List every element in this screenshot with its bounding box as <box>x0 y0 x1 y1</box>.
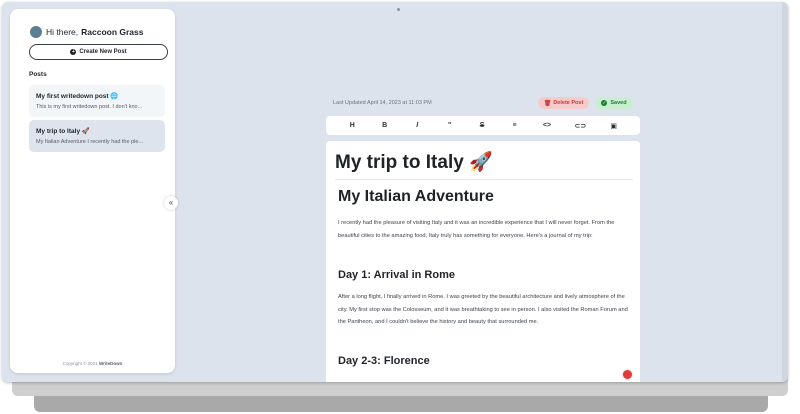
collapse-sidebar-button[interactable]: « <box>164 196 178 210</box>
post-item-first-writedown[interactable]: My first writedown post 🌐 This is my fir… <box>29 85 165 117</box>
plus-icon: + <box>70 49 77 55</box>
help-fab-button[interactable] <box>623 370 632 379</box>
heading-icon[interactable]: H <box>347 122 357 129</box>
delete-post-label: Delete Post <box>553 100 584 106</box>
link-icon[interactable]: ⊂⊃ <box>575 122 587 130</box>
post-item-trip-to-italy[interactable]: My trip to Italy 🚀 My Italian Adventure … <box>29 120 165 152</box>
post-title[interactable]: My trip to Italy 🚀 <box>335 150 493 174</box>
footer: Copyright © 2021 WriteDown <box>10 361 175 366</box>
footer-copyright: Copyright © 2021 <box>62 361 98 366</box>
image-icon[interactable]: ▣ <box>609 122 619 130</box>
code-icon[interactable]: <> <box>542 122 552 129</box>
content-heading-1[interactable]: My Italian Adventure <box>338 188 494 206</box>
post-item-title: My first writedown post 🌐 <box>36 93 119 100</box>
quote-icon[interactable]: " <box>445 122 455 129</box>
italic-icon[interactable]: I <box>412 122 422 129</box>
greeting: Hi there, Raccoon Grass <box>30 26 144 38</box>
editor[interactable]: My trip to Italy 🚀 My Italian Adventure … <box>326 141 640 382</box>
last-updated-text: Last Updated April 14, 2023 at 11:03 PM <box>333 100 432 106</box>
strikethrough-icon[interactable]: S <box>477 122 487 129</box>
footer-brand: WriteDown <box>98 361 123 366</box>
user-name: Raccoon Grass <box>81 27 144 37</box>
scrollbar[interactable] <box>782 2 788 382</box>
delete-post-button[interactable]: 🗑 Delete Post <box>538 97 589 109</box>
content-paragraph-1[interactable]: I recently had the pleasure of visiting … <box>338 217 630 242</box>
bold-icon[interactable]: B <box>380 122 390 129</box>
list-icon[interactable]: ≡ <box>510 122 520 129</box>
greeting-text: Hi there, <box>46 27 79 37</box>
top-indicator-dot <box>397 8 400 11</box>
content-heading-2[interactable]: Day 1: Arrival in Rome <box>338 269 455 281</box>
post-item-title: My trip to Italy 🚀 <box>36 128 90 135</box>
sidebar: Hi there, Raccoon Grass + Create New Pos… <box>10 9 175 373</box>
formatting-toolbar: H B I " S ≡ <> ⊂⊃ ▣ <box>326 116 640 135</box>
trash-icon: 🗑 <box>543 100 552 107</box>
create-new-post-button[interactable]: + Create New Post <box>29 44 168 60</box>
check-icon: ✓ <box>601 100 608 106</box>
posts-heading: Posts <box>29 71 47 78</box>
title-divider <box>335 179 633 180</box>
app-window: Hi there, Raccoon Grass + Create New Pos… <box>2 2 788 382</box>
saved-status-badge: ✓ Saved <box>595 97 633 109</box>
post-item-excerpt: This is my first writedown post. I don't… <box>36 104 143 110</box>
post-item-excerpt: My Italian Adventure I recently had the … <box>36 139 144 145</box>
double-chevron-left-icon: « <box>168 198 174 207</box>
content-paragraph-2[interactable]: After a long flight, I finally arrived i… <box>338 291 630 329</box>
saved-label: Saved <box>610 100 627 106</box>
content-heading-3[interactable]: Day 2-3: Florence <box>338 355 430 367</box>
create-new-post-label: Create New Post <box>79 49 127 55</box>
avatar[interactable] <box>30 26 42 38</box>
